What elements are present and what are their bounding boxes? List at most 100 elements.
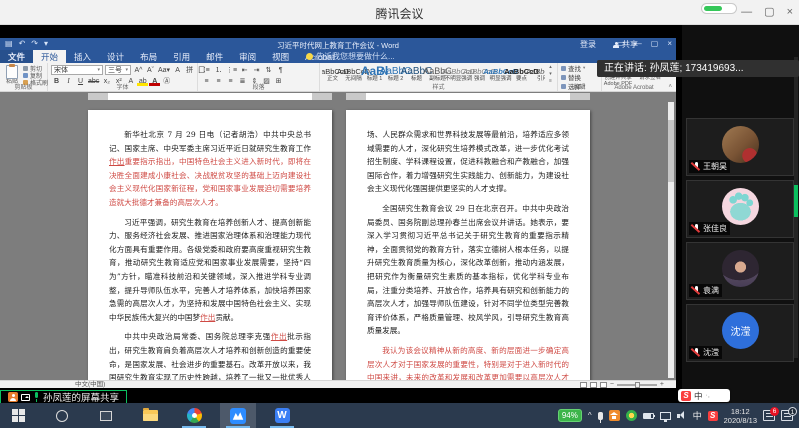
- cortana-button[interactable]: [44, 403, 80, 428]
- windows-logo-icon: [12, 409, 25, 422]
- wps-button[interactable]: W: [264, 403, 300, 428]
- font-name-combo[interactable]: 宋体▾: [51, 65, 103, 75]
- sort-button[interactable]: ⇅: [263, 65, 274, 75]
- sogou-input-bar[interactable]: S 中 ·,: [678, 389, 730, 402]
- document-scrollbar[interactable]: [668, 102, 674, 378]
- ime-tools[interactable]: ·,: [706, 392, 710, 399]
- mic-muted-icon: [692, 162, 701, 171]
- clipboard-item-icon: [23, 66, 28, 71]
- read-mode-button[interactable]: [580, 382, 587, 388]
- find-button[interactable]: 查找▾: [561, 65, 601, 73]
- document-canvas[interactable]: 新华社北京 7 月 29 日电（记者胡浩）中共中央总书记、国家主席、中央军委主席…: [0, 101, 676, 380]
- collapse-ribbon-button[interactable]: ˄: [668, 84, 672, 90]
- tell-me-search[interactable]: 告诉我您想要做什么...: [306, 50, 395, 63]
- zoom-in-button[interactable]: +: [660, 381, 664, 389]
- tencent-meeting-button[interactable]: [220, 403, 256, 428]
- document-page-left[interactable]: 新华社北京 7 月 29 日电（记者胡浩）中共中央总书记、国家主席、中央军委主席…: [88, 110, 332, 380]
- zoom-slider[interactable]: [617, 384, 657, 386]
- increase-indent-button[interactable]: ⇥: [251, 65, 262, 75]
- task-view-button[interactable]: [88, 403, 124, 428]
- shrink-font-button[interactable]: Aˇ: [145, 65, 156, 75]
- zoom-out-button[interactable]: −: [610, 381, 614, 389]
- participant-name-pill: 袁满: [689, 284, 722, 297]
- meeting-minimize-button[interactable]: —: [741, 7, 752, 18]
- ribbon-tab[interactable]: 视图: [264, 50, 297, 63]
- sidebar-scrollbar[interactable]: [794, 57, 798, 358]
- ime-mode-indicator[interactable]: 中: [694, 390, 703, 402]
- customize-qat-button[interactable]: ▾: [44, 40, 48, 48]
- hidden-icons-chevron[interactable]: ^: [588, 411, 592, 420]
- start-button[interactable]: [0, 403, 36, 428]
- ribbon-tab[interactable]: 引用: [165, 50, 198, 63]
- styles-gallery-more-button[interactable]: ≡: [549, 79, 552, 84]
- grow-font-button[interactable]: A^: [133, 65, 144, 75]
- scrollbar-thumb[interactable]: [668, 120, 674, 182]
- print-layout-button[interactable]: [590, 382, 597, 388]
- undo-button[interactable]: ↶: [19, 40, 26, 48]
- sidebar-scrollbar-thumb[interactable]: [794, 185, 798, 217]
- browser-button[interactable]: [176, 403, 212, 428]
- tray-green-app-icon[interactable]: [626, 410, 637, 421]
- clear-formatting-button[interactable]: A: [172, 65, 183, 75]
- participant-tile[interactable]: 王朝昊: [686, 118, 794, 176]
- document-page-right[interactable]: 场、人民群众需求和世界科技发展等最前沿，培养适应多领域需要的人才，深化研究生培养…: [346, 110, 590, 380]
- tray-network-display-icon[interactable]: [660, 412, 671, 420]
- ribbon-tab[interactable]: 插入: [66, 50, 99, 63]
- meeting-close-button[interactable]: ×: [787, 7, 793, 18]
- styles-gallery-up-button[interactable]: ▴: [549, 65, 552, 70]
- language-status[interactable]: 中文(中国): [75, 381, 105, 389]
- meeting-maximize-button[interactable]: ▢: [764, 7, 774, 18]
- participant-tile[interactable]: 沈滢 沈滢: [686, 304, 794, 362]
- paragraph: 全国研究生教育会议 29 日在北京召开。中共中央政治局委员、国务院副总理孙春兰出…: [367, 202, 569, 338]
- sign-in-button[interactable]: 登录: [580, 38, 596, 51]
- word-close-button[interactable]: ×: [667, 40, 672, 48]
- editing-group: 查找▾替换选择▾ 编辑: [558, 63, 602, 91]
- sogou-tray-icon[interactable]: S: [708, 411, 718, 421]
- ribbon-tab[interactable]: 开始: [33, 50, 66, 63]
- meeting-share-toggle[interactable]: [701, 3, 737, 14]
- shared-screen-area: ▤↶↷▾ 习近平时代网上教育工作会议 - Word ▭—▢× 文件开始插入设计布…: [0, 25, 682, 403]
- styles-gallery-down-button[interactable]: ▾: [549, 72, 552, 77]
- ribbon-tab[interactable]: 审阅: [231, 50, 264, 63]
- paste-button[interactable]: 粘贴: [3, 65, 21, 85]
- file-explorer-button[interactable]: [132, 403, 168, 428]
- tray-app-icon[interactable]: [609, 410, 620, 421]
- action-center-icon[interactable]: 1: [781, 410, 793, 421]
- share-status-box[interactable]: 孙凤莲的屏幕共享: [0, 390, 127, 404]
- sogou-logo-icon[interactable]: S: [681, 391, 691, 401]
- date-label: 2020/8/13: [724, 416, 757, 425]
- participant-tile[interactable]: 张佳良: [686, 180, 794, 238]
- multilevel-list-button[interactable]: ⋮≡: [225, 65, 238, 75]
- editing-item-icon: [561, 66, 566, 71]
- bullets-button[interactable]: ⁚≡: [201, 65, 212, 75]
- paste-icon: [6, 65, 18, 79]
- tray-mic-icon[interactable]: [598, 412, 603, 420]
- zoom-slider-knob[interactable]: [635, 382, 640, 388]
- ribbon-tab[interactable]: 设计: [99, 50, 132, 63]
- phonetic-guide-button[interactable]: 拼: [184, 65, 195, 75]
- ribbon-tab[interactable]: 邮件: [198, 50, 231, 63]
- web-layout-button[interactable]: [600, 382, 607, 388]
- ribbon-tab[interactable]: 布局: [132, 50, 165, 63]
- horizontal-ruler[interactable]: [0, 92, 676, 101]
- numbering-button[interactable]: ⒈: [213, 65, 224, 75]
- decrease-indent-button[interactable]: ⇤: [239, 65, 250, 75]
- replace-button[interactable]: 替换: [561, 74, 601, 82]
- word-restore-button[interactable]: ▢: [651, 40, 659, 48]
- show-marks-button[interactable]: ¶: [275, 65, 286, 75]
- style-item[interactable]: AaBbCcD引用: [532, 64, 545, 84]
- tray-volume-icon[interactable]: [677, 411, 687, 420]
- ribbon-tab[interactable]: 文件: [0, 50, 33, 63]
- battery-percent-badge[interactable]: 94%: [558, 409, 582, 422]
- clock[interactable]: 18:12 2020/8/13: [724, 407, 757, 425]
- change-case-button[interactable]: Aa▾: [157, 65, 171, 75]
- redo-button[interactable]: ↷: [31, 40, 38, 48]
- save-button[interactable]: ▤: [5, 40, 13, 48]
- participant-tile[interactable]: 袁满: [686, 242, 794, 300]
- ime-indicator[interactable]: 中: [693, 409, 702, 422]
- share-button[interactable]: 共享: [613, 38, 638, 51]
- tray-battery-icon[interactable]: [643, 413, 654, 419]
- notification-icon[interactable]: 6: [763, 410, 775, 421]
- font-size-combo[interactable]: 三号▾: [105, 65, 131, 75]
- tencent-meeting-icon: [230, 408, 246, 424]
